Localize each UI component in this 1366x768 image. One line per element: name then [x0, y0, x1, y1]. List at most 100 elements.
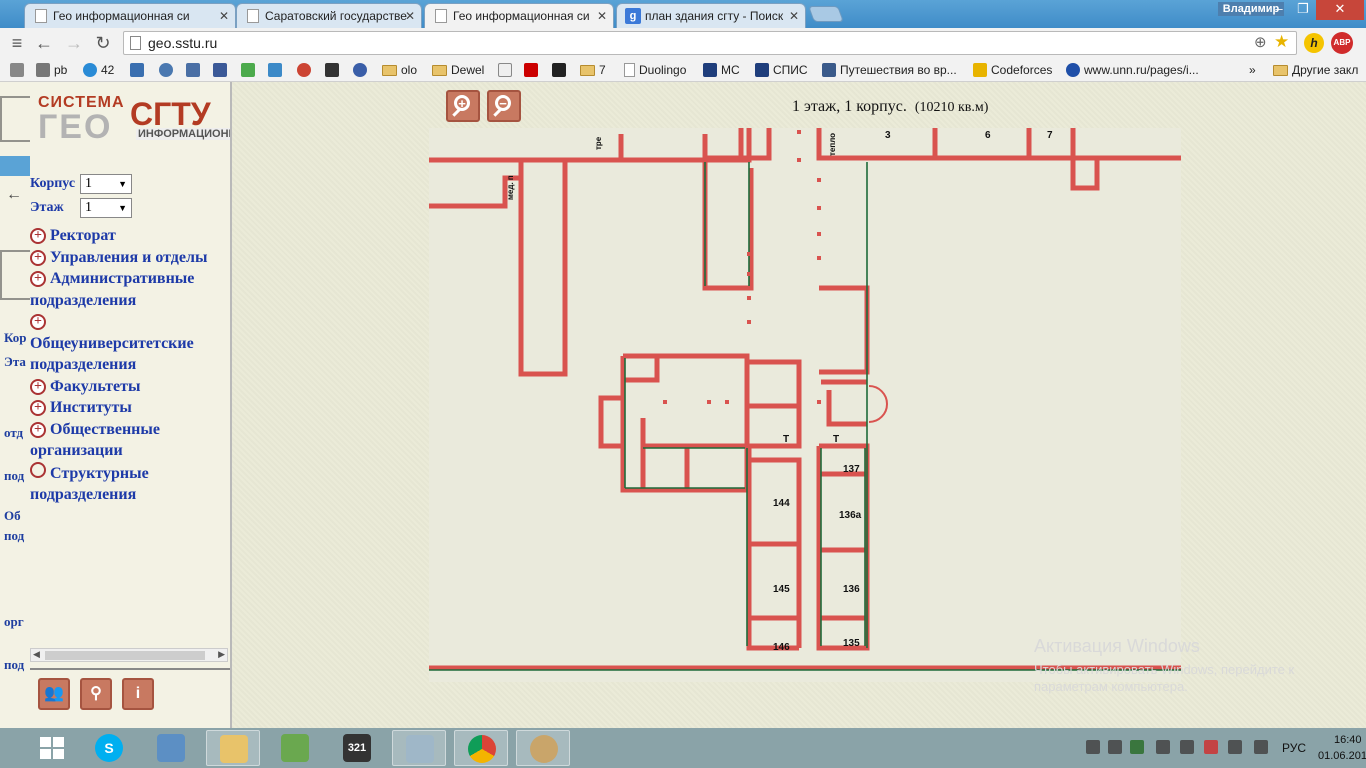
bookmark-app6[interactable]	[498, 62, 516, 78]
url-text[interactable]: geo.sstu.ru	[148, 35, 217, 51]
flag-icon[interactable]	[1204, 740, 1218, 754]
site-logo[interactable]: СИСТЕМА ГЕО СГТУ ИНФОРМАЦИОНН	[36, 94, 230, 150]
extension-h-icon[interactable]: h	[1304, 33, 1324, 53]
zoom-in-button[interactable]: +	[446, 90, 480, 122]
floor-select[interactable]: 1 ▼	[80, 198, 132, 218]
expand-icon[interactable]: +	[30, 421, 46, 438]
bookmark-7[interactable]: 7	[580, 62, 606, 78]
expand-icon[interactable]: +	[30, 228, 46, 244]
tray-icon[interactable]	[1156, 740, 1170, 754]
tree-item-departments[interactable]: + Управления и отделы	[30, 247, 230, 269]
start-button[interactable]	[40, 737, 64, 759]
expand-icon[interactable]: +	[30, 271, 46, 287]
clock-time[interactable]: 16:40	[1334, 734, 1362, 746]
tree-item-admin[interactable]: + Административные подразделения	[30, 268, 230, 311]
clock-date[interactable]: 01.06.201	[1318, 750, 1366, 762]
bookmark-app4[interactable]	[325, 62, 343, 78]
battery-icon[interactable]	[1180, 740, 1194, 754]
taskbar-explorer[interactable]	[206, 730, 260, 766]
bookmark-star-icon[interactable]: ★	[1274, 32, 1289, 52]
bookmark-olo[interactable]: olo	[382, 62, 417, 78]
tab-title: Гео информационная си	[53, 9, 190, 23]
close-icon[interactable]: ✕	[597, 9, 607, 23]
close-icon[interactable]: ✕	[789, 9, 799, 23]
bookmark-other[interactable]: Другие закл	[1273, 62, 1358, 78]
tab-geo-1[interactable]: Гео информационная си ✕	[24, 3, 236, 28]
bookmark-app7[interactable]	[552, 62, 570, 78]
tray-icon[interactable]	[1086, 740, 1100, 754]
close-icon[interactable]: ✕	[405, 9, 415, 23]
tree-item-public[interactable]: + Общественные организации	[30, 419, 230, 462]
scroll-right-icon[interactable]: ▶	[218, 649, 225, 660]
bookmark-vk1[interactable]	[159, 62, 177, 78]
bookmark-duolingo[interactable]: Duolingo	[624, 62, 686, 78]
bookmark-mc[interactable]: MC	[703, 62, 740, 78]
minimize-icon[interactable]: ‒	[1266, 0, 1292, 20]
bookmark-app5[interactable]	[353, 62, 371, 78]
forward-icon[interactable]: →	[63, 32, 85, 54]
bookmark-youtube[interactable]	[524, 62, 542, 78]
bookmark-travel[interactable]: Путешествия во вр...	[822, 62, 957, 78]
bookmark-vk2[interactable]	[186, 62, 204, 78]
taskbar-chrome[interactable]	[454, 730, 508, 766]
taskbar-monitor[interactable]	[392, 730, 446, 766]
bookmark-unn[interactable]: www.unn.ru/pages/i...	[1066, 62, 1199, 78]
tree-item-rectorate[interactable]: + Ректорат	[30, 225, 230, 247]
expand-icon[interactable]: +	[30, 314, 46, 330]
zoom-out-button[interactable]: −	[487, 90, 521, 122]
taskbar-paint[interactable]	[516, 730, 570, 766]
bookmark-apps[interactable]	[10, 62, 28, 78]
badge-icon	[83, 63, 97, 77]
info-button[interactable]: i	[122, 678, 154, 710]
tree-item-structural[interactable]: Структурные подразделения	[30, 461, 230, 506]
building-select[interactable]: 1 ▼	[80, 174, 132, 194]
bookmark-app2[interactable]	[268, 62, 286, 78]
volume-icon[interactable]	[1254, 740, 1268, 754]
people-button[interactable]: 👥	[38, 678, 70, 710]
expand-icon[interactable]: +	[30, 378, 46, 395]
window-close-icon[interactable]: ✕	[1316, 0, 1364, 20]
bookmark-pb[interactable]: pb	[36, 62, 67, 78]
bookmark-h[interactable]	[130, 62, 148, 78]
close-icon[interactable]: ✕	[219, 9, 229, 23]
restore-icon[interactable]: ❐	[1290, 0, 1316, 20]
bookmark-app1[interactable]	[241, 62, 259, 78]
taskbar-control-panel[interactable]	[144, 730, 198, 766]
tree-item-university[interactable]: + Общеуниверситетские подразделения	[30, 311, 230, 376]
scroll-thumb[interactable]	[45, 651, 205, 660]
nvidia-icon[interactable]	[1130, 740, 1144, 754]
menu-icon[interactable]: ≡	[6, 32, 28, 54]
scroll-left-icon[interactable]: ◀	[33, 649, 40, 660]
left-panel: ← Кор Эта отд под Об под орг под СИСТЕМА…	[0, 82, 232, 728]
expand-icon[interactable]: +	[30, 400, 46, 416]
room-136a: 136а	[839, 510, 862, 521]
bookmark-spis[interactable]: СПИС	[755, 62, 808, 78]
address-bar[interactable]: geo.sstu.ru ⊕ ★	[123, 31, 1297, 55]
bookmark-42[interactable]: 42	[83, 62, 114, 78]
back-icon[interactable]: ←	[33, 32, 55, 54]
bookmarks-overflow[interactable]: »	[1249, 62, 1256, 78]
taskbar-notepad[interactable]	[268, 730, 322, 766]
bookmark-app3[interactable]	[297, 62, 315, 78]
language-indicator[interactable]: РУС	[1282, 741, 1306, 755]
network-icon[interactable]	[1228, 740, 1242, 754]
search-button[interactable]: ⚲	[80, 678, 112, 710]
bookmark-facebook[interactable]	[213, 62, 231, 78]
adblock-icon[interactable]: ABP	[1331, 32, 1353, 54]
expand-icon[interactable]: +	[30, 249, 46, 266]
bookmark-codeforces[interactable]: Codeforces	[973, 62, 1052, 78]
tab-geo-active[interactable]: Гео информационная си ✕	[424, 3, 614, 28]
taskbar-media-player[interactable]: 321	[330, 730, 384, 766]
bookmark-dewel[interactable]: Dewel	[432, 62, 484, 78]
horizontal-scrollbar[interactable]: ◀ ▶	[30, 648, 228, 662]
tray-icon[interactable]	[1108, 740, 1122, 754]
reload-icon[interactable]: ↻	[92, 32, 114, 54]
tree-item-faculties[interactable]: + Факультеты	[30, 376, 230, 398]
tab-sstu[interactable]: Саратовский государстве ✕	[236, 3, 422, 28]
floor-plan[interactable]: 3 6 7 тепло мед. п тре Т Т 137 144 136а …	[429, 128, 1181, 682]
taskbar-skype[interactable]: S	[82, 730, 136, 766]
tree-item-institutes[interactable]: + Институты	[30, 397, 230, 419]
new-tab-button[interactable]	[808, 6, 844, 22]
zoom-icon[interactable]: ⊕	[1254, 33, 1267, 51]
tab-search[interactable]: g план здания сгту - Поиск ✕	[616, 3, 806, 28]
